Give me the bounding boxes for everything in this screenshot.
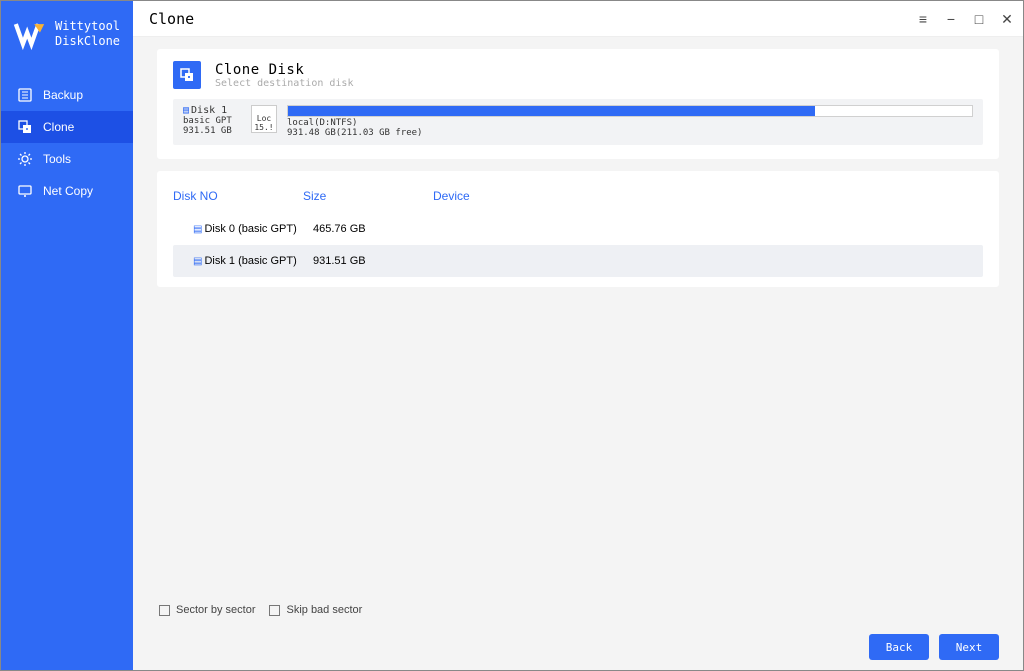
disk-icon: ▤	[193, 256, 202, 267]
checkbox-icon	[269, 605, 280, 616]
usage-bar	[287, 105, 973, 117]
checkbox-label: Skip bad sector	[286, 604, 362, 616]
sidebar: Wittytool DiskClone Backup Clone	[1, 1, 133, 670]
skip-bad-sector-checkbox[interactable]: Skip bad sector	[269, 604, 362, 616]
disk-row-size: 465.76 GB	[313, 223, 443, 235]
clone-icon	[17, 119, 33, 135]
disk-row-name: Disk 0 (basic GPT)	[204, 223, 296, 235]
sidebar-item-clone[interactable]: Clone	[1, 111, 133, 143]
disk-meta: ▤Disk 1 basic GPT 931.51 GB	[183, 105, 241, 136]
disk-icon: ▤	[183, 105, 189, 116]
disk-icon: ▤	[193, 224, 202, 235]
window-controls: ≡ − □ ✕	[915, 11, 1015, 27]
disk-table-header: Disk NO Size Device	[173, 185, 983, 213]
partition-main-info: 931.48 GB(211.03 GB free)	[287, 129, 973, 139]
app-window: Wittytool DiskClone Backup Clone	[0, 0, 1024, 671]
action-buttons: Back Next	[869, 634, 1023, 670]
col-header-size: Size	[303, 189, 433, 203]
gear-icon	[17, 151, 33, 167]
sidebar-item-label: Net Copy	[43, 184, 93, 198]
content: Clone Disk Select destination disk ▤Disk…	[133, 37, 1023, 634]
disk-name: Disk 1	[191, 105, 227, 116]
small-part-label1: Loc	[252, 114, 276, 123]
minimize-icon[interactable]: −	[943, 11, 959, 27]
brand: Wittytool DiskClone	[1, 1, 133, 79]
sector-by-sector-checkbox[interactable]: Sector by sector	[159, 604, 255, 616]
selected-disk-bar: ▤Disk 1 basic GPT 931.51 GB Loc 15.! loc	[173, 99, 983, 145]
step-header: Clone Disk Select destination disk	[173, 61, 983, 89]
step-subtitle: Select destination disk	[215, 78, 353, 89]
close-icon[interactable]: ✕	[999, 11, 1015, 27]
clone-step-icon	[173, 61, 201, 89]
titlebar: Clone ≡ − □ ✕	[133, 1, 1023, 37]
brand-line2: DiskClone	[55, 34, 120, 49]
small-part-label2: 15.!	[252, 123, 276, 132]
maximize-icon[interactable]: □	[971, 11, 987, 27]
back-button[interactable]: Back	[869, 634, 929, 660]
step-card: Clone Disk Select destination disk ▤Disk…	[157, 49, 999, 159]
backup-icon	[17, 87, 33, 103]
disk-total: 931.51 GB	[183, 126, 241, 136]
footer-options: Sector by sector Skip bad sector	[157, 598, 999, 622]
sidebar-item-label: Clone	[43, 120, 74, 134]
col-header-no: Disk NO	[173, 189, 303, 203]
sidebar-item-backup[interactable]: Backup	[1, 79, 133, 111]
disk-row-size: 931.51 GB	[313, 255, 443, 267]
checkbox-icon	[159, 605, 170, 616]
checkbox-label: Sector by sector	[176, 604, 255, 616]
step-title: Clone Disk	[215, 62, 353, 78]
netcopy-icon	[17, 183, 33, 199]
disk-table-row[interactable]: ▤Disk 1 (basic GPT) 931.51 GB	[173, 245, 983, 277]
col-header-device: Device	[433, 189, 983, 203]
logo-icon	[13, 17, 47, 51]
page-title: Clone	[149, 10, 194, 28]
main: Clone ≡ − □ ✕ Clone Disk Select destinat…	[133, 1, 1023, 670]
usage-bar-fill	[288, 106, 815, 116]
menu-icon[interactable]: ≡	[915, 11, 931, 27]
disk-table-row[interactable]: ▤Disk 0 (basic GPT) 465.76 GB	[173, 213, 983, 245]
nav: Backup Clone Tools Net Copy	[1, 79, 133, 207]
brand-line1: Wittytool	[55, 19, 120, 34]
partition-small: Loc 15.!	[251, 105, 277, 133]
disk-row-name: Disk 1 (basic GPT)	[204, 255, 296, 267]
sidebar-item-label: Tools	[43, 152, 71, 166]
disk-part-style: basic GPT	[183, 116, 241, 126]
next-button[interactable]: Next	[939, 634, 999, 660]
partition-main: local(D:NTFS) 931.48 GB(211.03 GB free)	[287, 105, 973, 139]
sidebar-item-tools[interactable]: Tools	[1, 143, 133, 175]
sidebar-item-netcopy[interactable]: Net Copy	[1, 175, 133, 207]
sidebar-item-label: Backup	[43, 88, 83, 102]
disk-list-card: Disk NO Size Device ▤Disk 0 (basic GPT)4…	[157, 171, 999, 287]
